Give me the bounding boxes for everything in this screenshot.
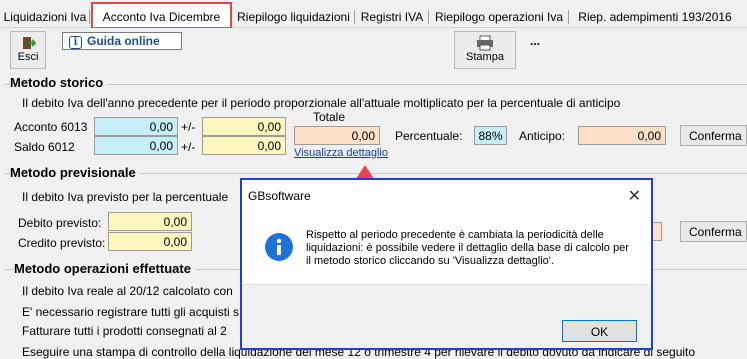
dialog-title: GBsoftware [248,189,311,203]
guida-online-button[interactable]: i Guida online [62,32,182,50]
tab-riepilogo-liquidazioni[interactable]: Riepilogo liquidazioni [232,7,355,28]
esci-button[interactable]: Esci [10,31,46,69]
percentuale-label: Percentuale: [395,129,463,143]
anticipo-label: Anticipo: [519,129,566,143]
debito-previsto-field[interactable]: 0,00 [108,212,192,231]
tab-riepilogo-operazioni-iva[interactable]: Riepilogo operazioni Iva [429,7,569,28]
dialog-title-bar: GBsoftware ✕ [242,180,651,210]
tab-bar: Liquidazioni Iva Acconto Iva Dicembre Ri… [0,0,747,29]
storico-description: Il debito Iva dell'anno precedente per i… [22,96,621,110]
saldo-6012-field[interactable]: 0,00 [94,136,178,155]
saldo-adjust-field[interactable]: 0,00 [202,136,286,155]
percentuale-field[interactable]: 88% [474,126,507,145]
previsionale-title: Metodo previsionale [10,165,140,180]
saldo-6012-label: Saldo 6012 [14,140,75,154]
storico-title: Metodo storico [10,75,108,90]
dialog-footer: OK [242,284,651,348]
anticipo-field: 0,00 [578,126,666,145]
stampa-label: Stampa [466,51,504,63]
dialog-body: Rispetto al periodo precedente è cambiat… [242,210,651,284]
effettuate-title: Metodo operazioni effettuate [14,261,195,276]
acconto-pm-label: +/- [181,120,196,134]
previsionale-description: Il debito Iva previsto per la percentual… [22,190,229,204]
previsionale-conferma-button[interactable]: Conferma [680,221,747,242]
effettuate-line-3: Fatturare tutti i prodotti consegnati al… [22,324,227,338]
debito-previsto-label: Debito previsto: [18,216,102,230]
visualizza-dettaglio-link[interactable]: Visualizza dettaglio [294,147,388,159]
gbsoftware-dialog: GBsoftware ✕ Rispetto al periodo precede… [240,178,653,350]
credito-previsto-label: Credito previsto: [18,236,106,250]
storico-divider [5,84,747,85]
exit-icon [23,37,36,49]
storico-conferma-button[interactable]: Conferma [680,125,747,146]
totale-label: Totale [313,110,346,124]
stampa-button[interactable]: Stampa [454,31,516,69]
effettuate-line-1: Il debito Iva reale al 20/12 calcolato c… [22,284,233,298]
acconto-6013-label: Acconto 6013 [14,120,88,134]
saldo-pm-label: +/- [181,140,196,154]
info-icon [265,233,293,261]
dialog-message: Rispetto al periodo precedente è cambiat… [306,229,629,267]
guida-label: Guida online [87,34,160,48]
esci-label: Esci [17,51,39,63]
ok-button[interactable]: OK [562,320,637,342]
info-icon: i [69,36,82,49]
effettuate-line-2: E' necessario registrare tutti gli acqui… [22,305,240,319]
totale-field: 0,00 [294,126,380,145]
close-icon[interactable]: ✕ [628,186,641,206]
tab-registri-iva[interactable]: Registri IVA [355,7,429,28]
tab-liquidazioni-iva[interactable]: Liquidazioni Iva [0,7,90,28]
tab-riep-adempimenti[interactable]: Riep. adempimenti 193/2016 [569,7,741,28]
more-button[interactable]: ... [530,34,540,48]
printer-icon [477,35,493,51]
acconto-adjust-field[interactable]: 0,00 [202,117,286,136]
tab-acconto-iva-dicembre[interactable]: Acconto Iva Dicembre [91,2,232,29]
credito-previsto-field[interactable]: 0,00 [108,232,192,251]
acconto-6013-field[interactable]: 0,00 [94,117,178,136]
